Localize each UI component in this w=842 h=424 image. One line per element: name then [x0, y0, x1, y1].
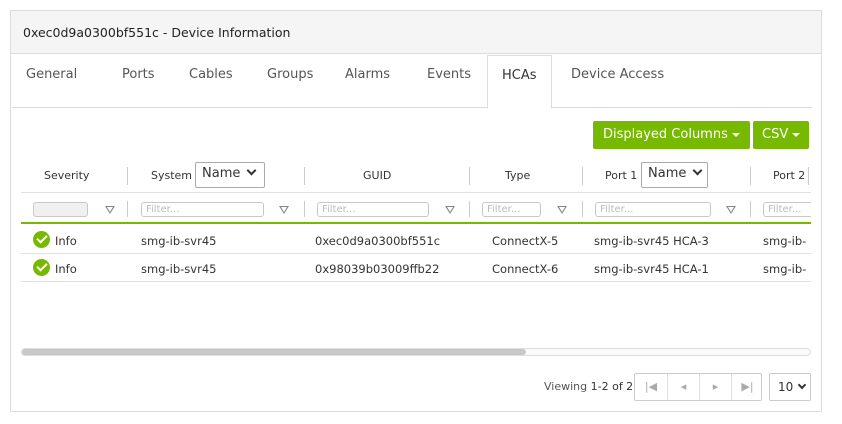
hcas-table: Severity System Name GUID Type Port 1 Na… [21, 158, 811, 282]
horizontal-scrollbar[interactable] [21, 348, 811, 356]
viewing-range: 1-2 of 2 [590, 380, 634, 393]
column-header-severity[interactable]: Severity [44, 169, 89, 182]
next-page-icon[interactable]: ▸ [699, 374, 731, 400]
guid-filter-input[interactable]: Filter... [317, 202, 429, 217]
caret-down-icon [731, 132, 740, 137]
column-header-type[interactable]: Type [505, 169, 530, 182]
column-separator [304, 201, 305, 217]
tab-alarms[interactable]: Alarms [345, 67, 390, 82]
severity-cell: Info [55, 262, 77, 276]
column-separator [582, 201, 583, 217]
displayed-columns-button[interactable]: Displayed Columns [593, 121, 750, 149]
column-separator[interactable] [808, 167, 809, 185]
viewing-info: Viewing 1-2 of 2 [544, 380, 633, 393]
check-circle-icon [33, 231, 50, 248]
filter-row: Filter... Filter... Filter... Filter... … [21, 192, 811, 224]
funnel-icon[interactable] [726, 206, 736, 214]
column-header-port2[interactable]: Port 2 [773, 169, 805, 182]
panel-header: 0xec0d9a0300bf551c - Device Information [11, 11, 821, 54]
chevron-down-icon [246, 165, 257, 176]
funnel-icon[interactable] [557, 206, 567, 214]
guid-cell: 0xec0d9a0300bf551c [315, 234, 441, 248]
column-separator [469, 201, 470, 217]
table-header: Severity System Name GUID Type Port 1 Na… [21, 158, 811, 192]
column-header-system[interactable]: System [151, 169, 192, 182]
column-separator [750, 201, 751, 217]
column-separator[interactable] [750, 167, 751, 185]
tab-groups[interactable]: Groups [267, 67, 313, 82]
column-separator[interactable] [582, 167, 583, 185]
port2-cell: smg-ib- [763, 234, 807, 248]
tab-cables[interactable]: Cables [189, 67, 233, 82]
caret-down-icon [792, 132, 801, 137]
pagination-controls: |◀ ◂ ▸ ▶| [634, 373, 762, 401]
csv-button[interactable]: CSV [753, 121, 810, 149]
port1-filter-input[interactable]: Filter... [595, 202, 711, 217]
table-row[interactable]: Info smg-ib-svr45 0x98039b03009ffb22 Con… [21, 254, 811, 282]
funnel-icon[interactable] [279, 206, 289, 214]
prev-page-icon[interactable]: ◂ [667, 374, 699, 400]
system-display-select[interactable]: Name [195, 162, 265, 188]
tab-device-access[interactable]: Device Access [571, 67, 664, 82]
page-size-select[interactable]: 10 [769, 373, 811, 401]
first-page-icon[interactable]: |◀ [635, 374, 667, 400]
type-filter-input[interactable]: Filter... [482, 202, 541, 217]
panel-title: 0xec0d9a0300bf551c - Device Information [23, 25, 291, 40]
tab-ports[interactable]: Ports [122, 67, 155, 82]
type-cell: ConnectX-6 [492, 262, 559, 276]
tab-bar: General Ports Cables Groups Alarms Event… [12, 55, 812, 109]
check-circle-icon [33, 259, 50, 276]
column-separator[interactable] [304, 167, 305, 185]
scrollbar-thumb[interactable] [22, 349, 526, 355]
severity-cell: Info [55, 234, 77, 248]
system-filter-input[interactable]: Filter... [141, 202, 264, 217]
column-separator [127, 201, 128, 217]
type-cell: ConnectX-5 [492, 234, 559, 248]
system-cell: smg-ib-svr45 [141, 262, 217, 276]
csv-label: CSV [762, 127, 789, 142]
tab-events[interactable]: Events [427, 67, 471, 82]
port2-cell: smg-ib- [763, 262, 807, 276]
port2-filter-input[interactable]: Filter... [763, 202, 811, 217]
column-header-port1[interactable]: Port 1 [605, 169, 637, 182]
port1-select-value: Name [648, 166, 687, 181]
tab-hcas[interactable]: HCAs [487, 55, 552, 109]
tab-general[interactable]: General [26, 67, 77, 82]
funnel-icon[interactable] [445, 206, 455, 214]
table-row[interactable]: Info smg-ib-svr45 0xec0d9a0300bf551c Con… [21, 226, 811, 254]
last-page-icon[interactable]: ▶| [731, 374, 763, 400]
chevron-down-icon [798, 380, 807, 390]
port1-cell: smg-ib-svr45 HCA-1 [594, 262, 709, 276]
funnel-icon[interactable] [105, 206, 115, 214]
system-select-value: Name [202, 166, 241, 181]
port1-display-select[interactable]: Name [641, 162, 708, 188]
chevron-down-icon [692, 165, 703, 176]
port1-cell: smg-ib-svr45 HCA-3 [594, 234, 709, 248]
guid-cell: 0x98039b03009ffb22 [315, 262, 440, 276]
column-header-guid[interactable]: GUID [363, 169, 391, 182]
displayed-columns-label: Displayed Columns [603, 127, 728, 142]
viewing-label: Viewing [544, 380, 588, 393]
page-size-value: 10 [778, 380, 794, 394]
system-cell: smg-ib-svr45 [141, 234, 217, 248]
column-separator[interactable] [469, 167, 470, 185]
column-separator[interactable] [127, 167, 128, 185]
severity-filter-select[interactable] [33, 202, 88, 217]
